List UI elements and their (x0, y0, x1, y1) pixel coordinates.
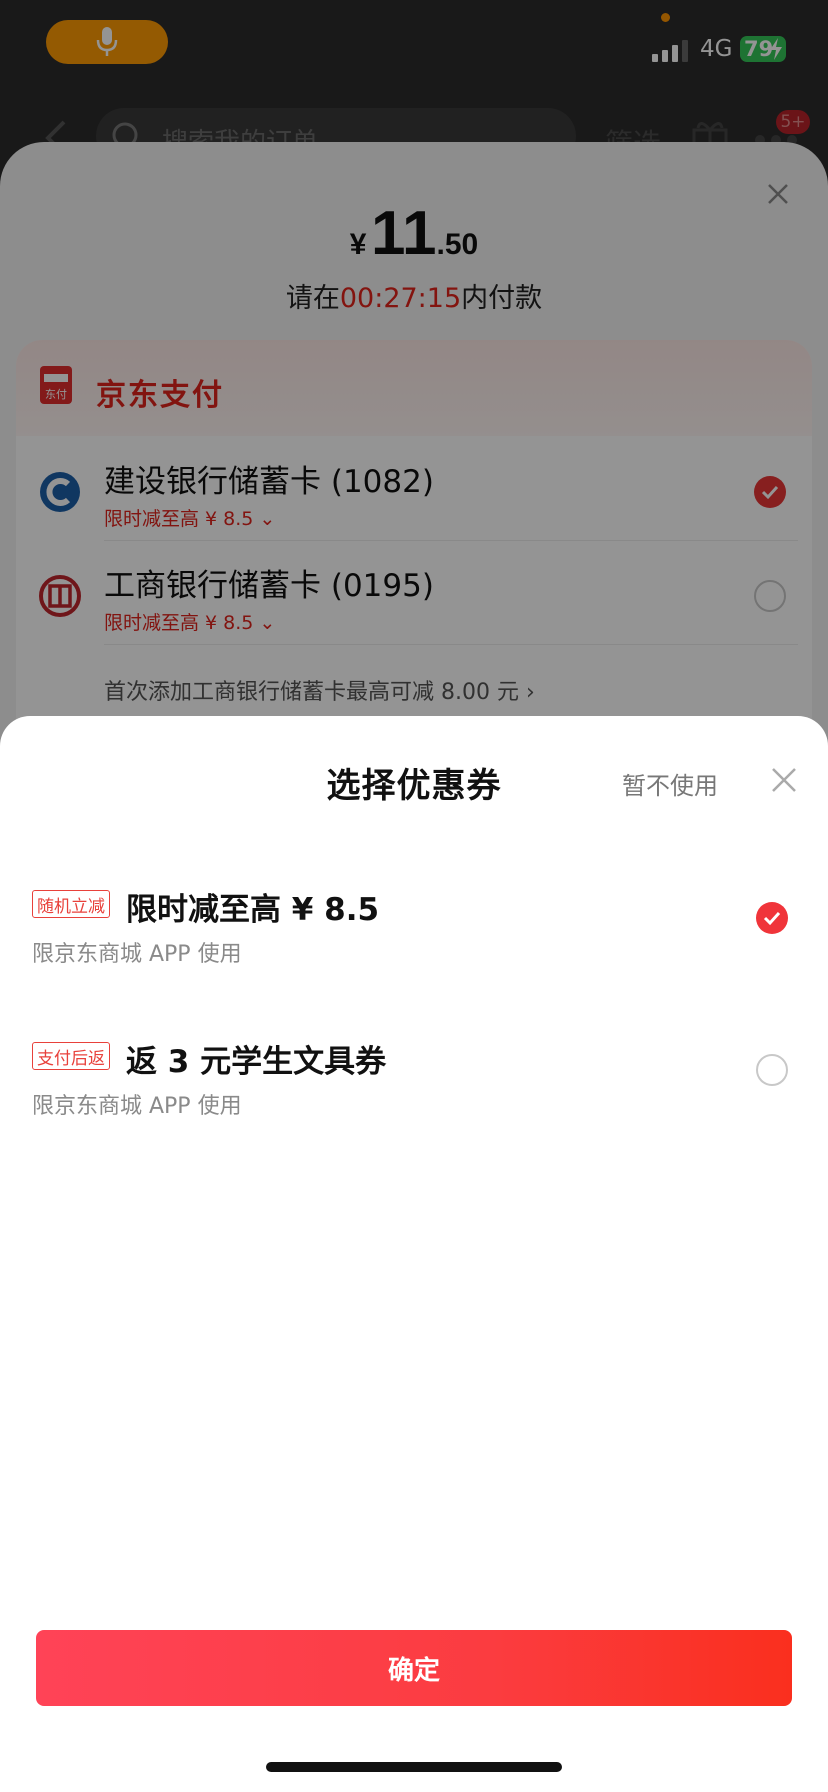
coupon-item[interactable]: 随机立减 限时减至高 ¥ 8.5 限京东商城 APP 使用 (0, 864, 828, 984)
coupon-title: 限时减至高 ¥ 8.5 (126, 892, 380, 928)
coupon-title: 返 3 元学生文具券 (126, 1044, 387, 1080)
coupon-description: 限京东商城 APP 使用 (32, 1094, 242, 1119)
not-use-button[interactable]: 暂不使用 (622, 766, 718, 801)
coupon-selected-check-icon[interactable] (756, 902, 788, 934)
confirm-button[interactable]: 确定 (36, 1630, 792, 1706)
close-icon[interactable] (770, 766, 798, 794)
home-indicator[interactable] (266, 1762, 562, 1772)
coupon-unselected-radio-icon[interactable] (756, 1054, 788, 1086)
coupon-tag: 支付后返 (32, 1042, 110, 1070)
coupon-tag: 随机立减 (32, 890, 110, 918)
coupon-description: 限京东商城 APP 使用 (32, 942, 242, 967)
coupon-item[interactable]: 支付后返 返 3 元学生文具券 限京东商城 APP 使用 (0, 1016, 828, 1136)
